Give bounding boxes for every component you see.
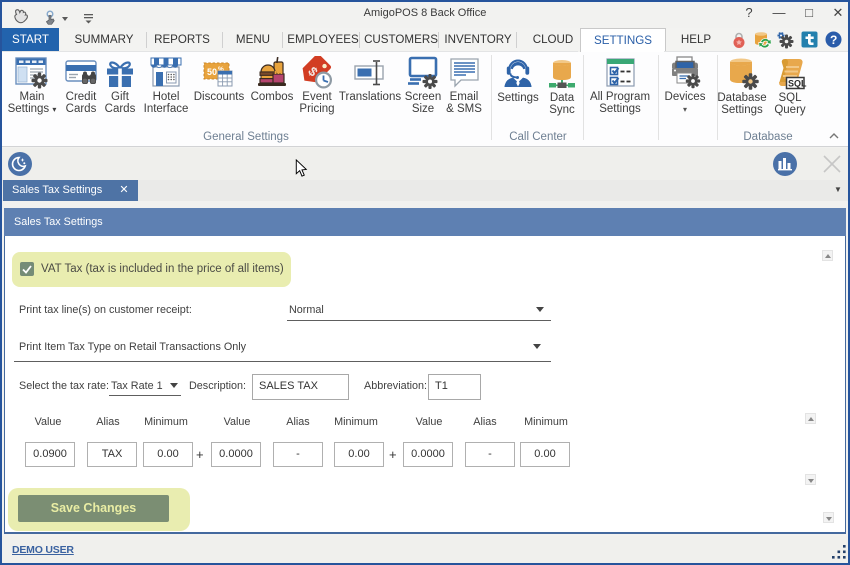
- svg-text:50: 50: [207, 67, 217, 77]
- svg-text:SQL: SQL: [788, 79, 807, 89]
- svg-text:?: ?: [830, 33, 837, 47]
